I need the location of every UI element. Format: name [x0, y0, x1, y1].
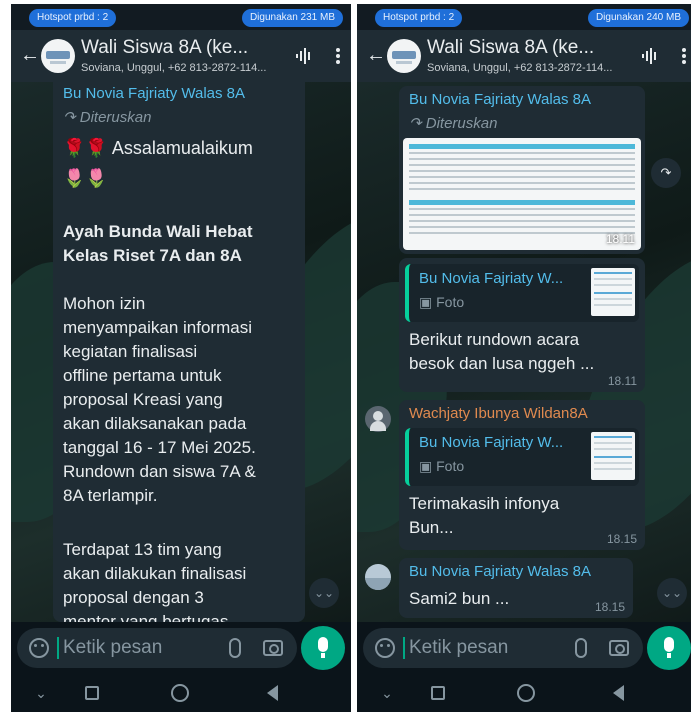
emoji-icon[interactable]	[375, 638, 395, 658]
chat-title[interactable]: Wali Siswa 8A (ke...	[81, 36, 281, 60]
recent-apps-icon[interactable]	[85, 686, 99, 700]
recent-apps-icon[interactable]	[431, 686, 445, 700]
photo-icon: ▣	[419, 458, 437, 474]
chat-header: ← Wali Siswa 8A (ke... Soviana, Unggul, …	[11, 30, 351, 82]
message-body: Mohon izin menyampaikan informasi kegiat…	[63, 294, 256, 505]
message-heading: Ayah Bunda Wali Hebat Kelas Riset 7A dan…	[63, 222, 253, 265]
rundown-image[interactable]: 18.11	[403, 138, 641, 250]
message-time: 18.15	[606, 532, 637, 546]
message-composer	[357, 622, 691, 674]
voice-record-button[interactable]	[647, 626, 691, 670]
home-icon[interactable]	[171, 684, 189, 702]
attach-icon[interactable]	[229, 638, 241, 658]
forward-icon: ↷	[63, 109, 80, 126]
message-text: Sami2 bun ...	[409, 589, 510, 608]
voice-chat-icon[interactable]	[641, 47, 659, 65]
avatar[interactable]	[365, 406, 391, 432]
reply-message[interactable]: Bu Novia Fajriaty W... ▣ Foto Berikut ru…	[399, 258, 645, 392]
chat-members[interactable]: Soviana, Unggul, +62 813-2872-114...	[81, 61, 281, 75]
tulip-emoji: 🌷🌷	[63, 168, 108, 188]
forwarded-message[interactable]: Bu Novia Fajriaty Walas 8A ↷ Diteruskan …	[53, 82, 305, 622]
message-input[interactable]	[63, 636, 193, 660]
chat-header: ← Wali Siswa 8A (ke... Soviana, Unggul, …	[357, 30, 691, 82]
message-text: Berikut rundown acara besok dan lusa ngg…	[409, 330, 595, 373]
chat-messages[interactable]: Bu Novia Fajriaty Walas 8A ↷ Diteruskan	[357, 82, 691, 622]
message-sender: Bu Novia Fajriaty Walas 8A	[409, 563, 592, 580]
right-screenshot: Hotspot prbd : 2 Digunakan 240 MB ← Wali…	[357, 4, 691, 712]
forwarded-label: ↷ Diteruskan	[409, 115, 498, 132]
camera-icon[interactable]	[609, 640, 629, 656]
mic-icon	[664, 637, 674, 658]
quoted-sender: Bu Novia Fajriaty W...	[419, 270, 564, 287]
forwarded-image-message[interactable]: Bu Novia Fajriaty Walas 8A ↷ Diteruskan	[399, 86, 645, 254]
home-icon[interactable]	[517, 684, 535, 702]
back-arrow-icon[interactable]: ←	[19, 44, 41, 66]
nav-hide-icon[interactable]: ⌄	[375, 684, 399, 702]
nav-back-icon[interactable]	[267, 685, 278, 701]
message-sender: Bu Novia Fajriaty Walas 8A	[409, 91, 592, 108]
left-screenshot: Hotspot prbd : 2 Digunakan 231 MB ← Wali…	[11, 4, 351, 712]
message-input[interactable]	[409, 636, 539, 660]
group-avatar[interactable]	[387, 39, 421, 73]
voice-chat-icon[interactable]	[295, 47, 313, 65]
scroll-to-bottom-icon[interactable]: ⌄⌄	[657, 578, 687, 608]
nav-back-icon[interactable]	[613, 685, 624, 701]
more-options-icon[interactable]	[335, 46, 341, 66]
attach-icon[interactable]	[575, 638, 587, 658]
chat-messages[interactable]: Bu Novia Fajriaty Walas 8A ↷ Diteruskan …	[11, 82, 351, 622]
quoted-thumbnail	[591, 432, 635, 480]
emoji-icon[interactable]	[29, 638, 49, 658]
mic-icon	[318, 637, 328, 658]
nav-hide-icon[interactable]: ⌄	[29, 684, 53, 702]
data-usage-badge: Digunakan 240 MB	[587, 9, 689, 27]
image-timestamp: 18.11	[605, 232, 635, 246]
quoted-photo[interactable]: Bu Novia Fajriaty W... ▣ Foto	[405, 428, 639, 486]
message-sender: Bu Novia Fajriaty Walas 8A	[63, 85, 246, 102]
message-composer	[11, 622, 351, 674]
message-input-box[interactable]	[363, 628, 643, 668]
greeting-line: 🌹🌹 Assalamualaikum	[63, 138, 253, 158]
avatar[interactable]	[365, 564, 391, 590]
group-avatar[interactable]	[41, 39, 75, 73]
more-options-icon[interactable]	[681, 46, 687, 66]
chat-title[interactable]: Wali Siswa 8A (ke...	[427, 36, 627, 60]
scroll-to-bottom-icon[interactable]: ⌄⌄	[309, 578, 339, 608]
chat-members[interactable]: Soviana, Unggul, +62 813-2872-114...	[427, 61, 627, 75]
text-cursor	[57, 637, 59, 659]
quoted-sender: Bu Novia Fajriaty W...	[419, 434, 564, 451]
message-text: Terimakasih infonya Bun...	[409, 494, 560, 537]
quoted-media-label: ▣ Foto	[419, 458, 465, 474]
system-nav-bar: ⌄	[357, 674, 691, 712]
message-input-box[interactable]	[17, 628, 297, 668]
back-arrow-icon[interactable]: ←	[365, 44, 387, 66]
text-message[interactable]: Bu Novia Fajriaty Walas 8A Sami2 bun ...…	[399, 558, 633, 618]
status-bar: Hotspot prbd : 2 Digunakan 231 MB	[11, 4, 351, 30]
message-time: 18.15	[594, 600, 625, 614]
photo-icon: ▣	[419, 294, 437, 310]
message-time: 18.11	[607, 374, 637, 388]
reply-message[interactable]: Wachjaty Ibunya Wildan8A Bu Novia Fajria…	[399, 400, 645, 550]
quoted-media-label: ▣ Foto	[419, 294, 465, 310]
quoted-photo[interactable]: Bu Novia Fajriaty W... ▣ Foto	[405, 264, 639, 322]
message-body-continued: Terdapat 13 tim yang akan dilakukan fina…	[63, 540, 247, 622]
hotspot-badge: Hotspot prbd : 2	[375, 9, 463, 27]
forwarded-label: ↷ Diteruskan	[63, 109, 152, 126]
message-sender: Wachjaty Ibunya Wildan8A	[409, 405, 588, 422]
data-usage-badge: Digunakan 231 MB	[241, 9, 343, 27]
voice-record-button[interactable]	[301, 626, 345, 670]
camera-icon[interactable]	[263, 640, 283, 656]
quoted-thumbnail	[591, 268, 635, 316]
forward-icon: ↷	[409, 115, 426, 132]
text-cursor	[403, 637, 405, 659]
forward-share-icon[interactable]: ↷	[651, 158, 681, 188]
system-nav-bar: ⌄	[11, 674, 351, 712]
status-bar: Hotspot prbd : 2 Digunakan 240 MB	[357, 4, 691, 30]
hotspot-badge: Hotspot prbd : 2	[29, 9, 117, 27]
